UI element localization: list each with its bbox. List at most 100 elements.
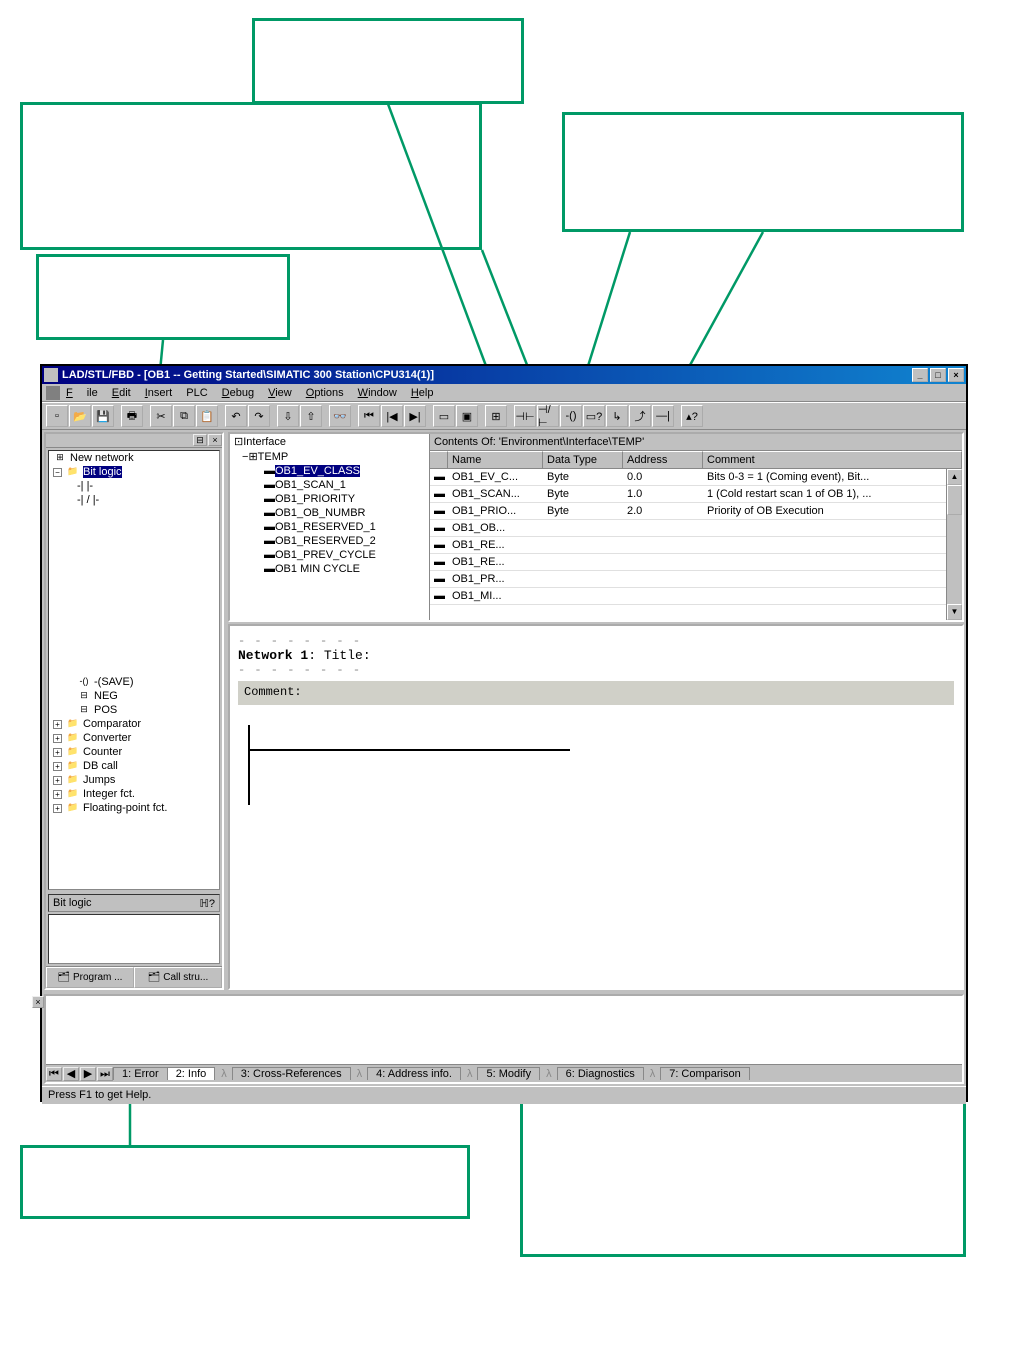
toolbar: ▫ 📂 💾 🖶 ✂ ⧉ 📋 ↶ ↷ ⇩ ⇧ 👓 ⏮ |◀ ▶| ▭ ▣ ⊞ ⊣⊢… — [42, 402, 966, 430]
table-scrollbar[interactable]: ▲▼ — [946, 469, 962, 620]
table-header: Name Data Type Address Comment — [430, 451, 962, 469]
tb-copy-icon[interactable]: ⧉ — [173, 405, 195, 427]
catalog-pin-icon[interactable]: ⊟ — [193, 434, 207, 446]
min-button[interactable]: _ — [912, 368, 928, 382]
tb-help-icon[interactable]: ▴? — [681, 405, 703, 427]
catalog-close-icon[interactable]: × — [208, 434, 222, 446]
output-prev-icon[interactable]: ◀ — [63, 1067, 79, 1081]
tab-xref[interactable]: 3: Cross-References — [232, 1067, 351, 1080]
iface-root[interactable]: ⊡Interface — [230, 434, 429, 449]
tab-modify[interactable]: 5: Modify — [477, 1067, 540, 1080]
tb-redo-icon[interactable]: ↷ — [248, 405, 270, 427]
tab-info[interactable]: 2: Info — [167, 1067, 216, 1080]
tb-next-icon[interactable]: ▶| — [404, 405, 426, 427]
tb-undo-icon[interactable]: ↶ — [225, 405, 247, 427]
tree-comparator[interactable]: +📁Comparator — [49, 717, 219, 731]
max-button[interactable]: □ — [930, 368, 946, 382]
iface-var-4[interactable]: ▬OB1_RESERVED_1 — [230, 520, 429, 534]
menu-insert[interactable]: Insert — [145, 387, 173, 399]
comment-field[interactable]: Comment: — [238, 681, 954, 705]
iface-var-7[interactable]: ▬OB1 MIN CYCLE — [230, 562, 429, 576]
tab-compare[interactable]: 7: Comparison — [660, 1067, 750, 1080]
iface-var-0[interactable]: ▬OB1_EV_CLASS — [230, 464, 429, 478]
tb-new-icon[interactable]: ▫ — [46, 405, 68, 427]
tree-dbcall[interactable]: +📁DB call — [49, 759, 219, 773]
menu-file[interactable]: File — [66, 387, 98, 399]
ladder-network[interactable] — [248, 725, 954, 805]
tb-catalog-icon[interactable]: ⊞ — [485, 405, 507, 427]
tb-cut-icon[interactable]: ✂ — [150, 405, 172, 427]
hdr-addr[interactable]: Address — [623, 451, 703, 468]
tree-float[interactable]: +📁Floating-point fct. — [49, 801, 219, 815]
table-body[interactable]: ▬OB1_EV_C...Byte0.0Bits 0-3 = 1 (Coming … — [430, 469, 962, 620]
tb-detail-icon[interactable]: ▣ — [456, 405, 478, 427]
status-text: Press F1 to get Help. — [48, 1089, 151, 1101]
mdi-sys-icon[interactable] — [46, 386, 60, 400]
table-row: ▬OB1_OB... — [430, 520, 962, 537]
tree-new-network[interactable]: ⊞New network — [49, 451, 219, 465]
menu-options[interactable]: Options — [306, 387, 344, 399]
tb-coil-icon[interactable]: -() — [560, 405, 582, 427]
tb-nc-icon[interactable]: ⊣/⊢ — [537, 405, 559, 427]
catalog-help-icon[interactable]: ℍ? — [200, 897, 215, 910]
tb-box-icon[interactable]: ▭? — [583, 405, 605, 427]
menu-view[interactable]: View — [268, 387, 292, 399]
bit-item-save[interactable]: -()-(SAVE) — [49, 675, 219, 689]
catalog-tree[interactable]: ⊞New network −📁Bit logic -| |- -| / |- -… — [48, 450, 220, 890]
hdr-comment[interactable]: Comment — [703, 451, 962, 468]
bit-item-neg[interactable]: ⊟NEG — [49, 689, 219, 703]
menu-debug[interactable]: Debug — [222, 387, 254, 399]
iface-var-2[interactable]: ▬OB1_PRIORITY — [230, 492, 429, 506]
tb-save-icon[interactable]: 💾 — [92, 405, 114, 427]
tb-upload-icon[interactable]: ⇧ — [300, 405, 322, 427]
table-row: ▬OB1_PR... — [430, 571, 962, 588]
tab-error[interactable]: 1: Error — [113, 1067, 168, 1080]
tb-branch-open-icon[interactable]: ↳ — [606, 405, 628, 427]
iface-var-1[interactable]: ▬OB1_SCAN_1 — [230, 478, 429, 492]
tb-open-icon[interactable]: 📂 — [69, 405, 91, 427]
menubar: File Edit Insert PLC Debug View Options … — [42, 384, 966, 402]
tree-integer[interactable]: +📁Integer fct. — [49, 787, 219, 801]
tree-bit-logic[interactable]: −📁Bit logic — [49, 465, 219, 479]
bit-item-pos[interactable]: ⊟POS — [49, 703, 219, 717]
tb-paste-icon[interactable]: 📋 — [196, 405, 218, 427]
tb-branch-close-icon[interactable]: ⤴ — [629, 405, 651, 427]
tb-monitor-icon[interactable]: 👓 — [329, 405, 351, 427]
tb-overview-icon[interactable]: ▭ — [433, 405, 455, 427]
tree-counter[interactable]: +📁Counter — [49, 745, 219, 759]
tab-diag[interactable]: 6: Diagnostics — [557, 1067, 644, 1080]
tree-converter[interactable]: +📁Converter — [49, 731, 219, 745]
tb-download-icon[interactable]: ⇩ — [277, 405, 299, 427]
iface-var-3[interactable]: ▬OB1_OB_NUMBR — [230, 506, 429, 520]
tb-goto-icon[interactable]: ⏮ — [358, 405, 380, 427]
output-last-icon[interactable]: ⏭ — [97, 1067, 113, 1081]
tab-program-elements[interactable]: 🗂 Program ... — [46, 967, 134, 988]
iface-var-6[interactable]: ▬OB1_PREV_CYCLE — [230, 548, 429, 562]
menu-edit[interactable]: Edit — [112, 387, 131, 399]
hdr-name[interactable]: Name — [448, 451, 543, 468]
interface-table: Contents Of: 'Environment\Interface\TEMP… — [430, 434, 962, 620]
iface-var-5[interactable]: ▬OB1_RESERVED_2 — [230, 534, 429, 548]
menu-plc[interactable]: PLC — [186, 387, 207, 399]
tb-conn-icon[interactable]: —| — [652, 405, 674, 427]
code-editor[interactable]: - - - - - - - - Network 1: Title: - - - … — [228, 624, 964, 990]
menu-help[interactable]: Help — [411, 387, 434, 399]
tb-no-icon[interactable]: ⊣⊢ — [514, 405, 536, 427]
iface-temp[interactable]: −⊞TEMP — [230, 449, 429, 464]
hdr-type[interactable]: Data Type — [543, 451, 623, 468]
close-button[interactable]: × — [948, 368, 964, 382]
tree-jumps[interactable]: +📁Jumps — [49, 773, 219, 787]
bit-item-no[interactable]: -| |- — [49, 479, 219, 493]
output-first-icon[interactable]: ⏮ — [46, 1067, 62, 1081]
tab-addr[interactable]: 4: Address info. — [367, 1067, 461, 1080]
output-next-icon[interactable]: ▶ — [80, 1067, 96, 1081]
tb-print-icon[interactable]: 🖶 — [121, 405, 143, 427]
table-row: ▬OB1_RE... — [430, 554, 962, 571]
menu-window[interactable]: Window — [358, 387, 397, 399]
table-row: ▬OB1_EV_C...Byte0.0Bits 0-3 = 1 (Coming … — [430, 469, 962, 486]
interface-tree[interactable]: ⊡Interface −⊞TEMP ▬OB1_EV_CLASS ▬OB1_SCA… — [230, 434, 430, 620]
tb-prev-icon[interactable]: |◀ — [381, 405, 403, 427]
output-close-icon[interactable]: × — [32, 996, 44, 1008]
tab-call-structure[interactable]: 🗂 Call stru... — [134, 967, 222, 988]
bit-item-nc[interactable]: -| / |- — [49, 493, 219, 507]
